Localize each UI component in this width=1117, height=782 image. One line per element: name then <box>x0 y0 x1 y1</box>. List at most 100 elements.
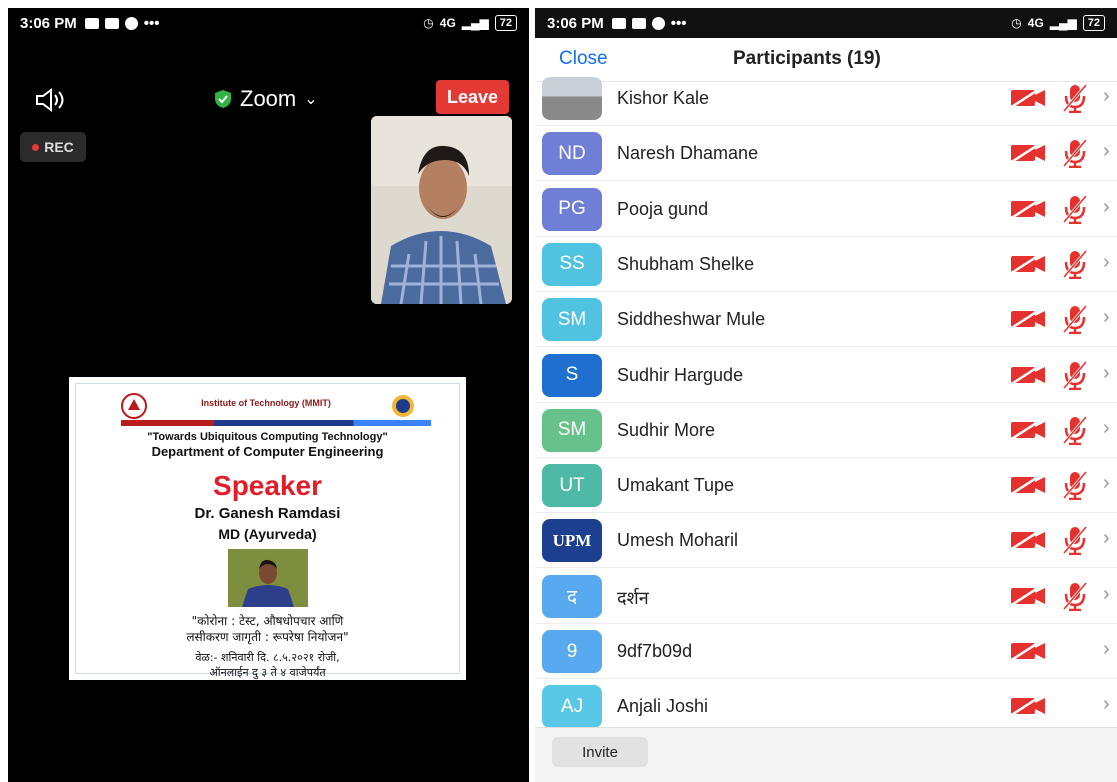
avatar: ND <box>542 132 602 176</box>
self-video-thumbnail[interactable] <box>371 116 512 304</box>
status-time: 3:06 PM <box>20 14 77 32</box>
poster-speaker-heading: Speaker <box>213 470 322 501</box>
chevron-right-icon: › <box>1103 693 1110 716</box>
participant-name: Siddheshwar Mule <box>617 309 766 330</box>
institute-header: Institute of Technology (MMIT) <box>116 390 431 430</box>
chevron-right-icon: › <box>1103 472 1110 495</box>
participant-video-image <box>371 116 512 304</box>
mic-muted-icon <box>1061 194 1089 224</box>
chevron-right-icon: › <box>1103 195 1110 218</box>
participant-row[interactable]: SM Siddheshwar Mule › <box>535 292 1117 348</box>
participant-name: Naresh Dhamane <box>617 143 759 164</box>
mic-muted-icon <box>1061 83 1089 114</box>
chevron-right-icon: › <box>1103 416 1110 439</box>
participant-row[interactable]: SS Shubham Shelke › <box>535 237 1117 292</box>
participant-name: Umakant Tupe <box>617 475 735 496</box>
mic-muted-icon <box>1061 581 1089 611</box>
alarm-icon: ◷ <box>1011 16 1022 30</box>
close-button[interactable]: Close <box>559 48 608 70</box>
participant-name: 9df7b09d <box>617 641 693 661</box>
chevron-right-icon: › <box>1103 361 1110 384</box>
video-off-icon <box>1009 252 1047 275</box>
video-notification-icon <box>84 17 99 29</box>
participant-row[interactable]: S Sudhir Hargude › <box>535 348 1117 403</box>
avatar: SS <box>542 242 602 286</box>
message-notification-icon <box>104 17 119 29</box>
status-bar: 3:06 PM ••• ◷ 4G ▂▄▆ 72 <box>8 8 529 38</box>
meeting-title: Zoom <box>240 86 297 111</box>
invite-button[interactable]: Invite <box>552 737 648 767</box>
participant-name: Kishor Kale <box>617 88 710 108</box>
meeting-title-dropdown[interactable]: Zoom ⌄ <box>214 86 318 112</box>
chevron-right-icon: › <box>1103 140 1110 163</box>
avatar: AJ <box>542 685 602 729</box>
avatar: द <box>542 574 602 618</box>
video-notification-icon <box>611 17 626 29</box>
participant-row[interactable]: SM Sudhir More › <box>535 403 1117 458</box>
mic-muted-icon <box>1061 304 1089 335</box>
poster-topic-line2: लसीकरण जागृती : रूपरेषा नियोजन" <box>186 630 349 644</box>
chevron-right-icon: › <box>1103 250 1110 273</box>
video-off-icon <box>1009 529 1047 552</box>
poster-department: Department of Computer Engineering <box>151 444 384 459</box>
chevron-right-icon: › <box>1103 638 1110 660</box>
avatar <box>542 77 602 120</box>
video-off-icon <box>1009 474 1047 497</box>
status-bar: 3:06 PM ••• ◷ 4G ▂▄▆ 72 <box>535 8 1117 38</box>
participant-name: Sudhir More <box>617 419 716 440</box>
network-type: 4G <box>1027 16 1044 30</box>
participant-name: Sudhir Hargude <box>617 364 744 385</box>
mic-muted-icon <box>1061 138 1089 169</box>
participant-name: Anjali Joshi <box>617 696 709 717</box>
participant-row[interactable]: 9 9df7b09d › <box>535 624 1117 679</box>
poster-speaker-name: Dr. Ganesh Ramdasi <box>194 505 341 522</box>
chevron-right-icon: › <box>1103 527 1110 550</box>
participant-name: Pooja gund <box>617 198 709 219</box>
chevron-right-icon: › <box>1103 306 1110 329</box>
chevron-right-icon: › <box>1103 582 1110 605</box>
speaker-photo <box>228 549 308 607</box>
call-notification-icon <box>651 16 665 30</box>
avatar: UPM <box>542 519 602 563</box>
avatar: S <box>542 353 602 397</box>
battery-icon: 72 <box>1082 15 1105 31</box>
participant-row[interactable]: Kishor Kale › <box>535 71 1117 126</box>
network-type: 4G <box>439 16 456 30</box>
participant-row[interactable]: UPM Umesh Moharil › <box>535 513 1117 569</box>
recording-label: REC <box>44 139 74 155</box>
mic-muted-icon <box>1061 415 1089 446</box>
video-off-icon <box>1009 86 1047 110</box>
participant-row[interactable]: PG Pooja gund › <box>535 182 1117 237</box>
more-notifications-icon: ••• <box>143 14 160 32</box>
participant-name: Shubham Shelke <box>617 253 755 274</box>
mic-muted-icon <box>1061 360 1089 390</box>
shield-check-icon <box>215 90 231 108</box>
participant-row[interactable]: द दर्शन › <box>535 569 1117 624</box>
message-notification-icon <box>631 17 646 29</box>
signal-icon: ▂▄▆ <box>461 16 489 30</box>
poster-time-line2: ऑनलाईन दु ३ ते ४ वाजेपर्यंत <box>209 666 326 679</box>
poster-topic-line1: "कोरोना : टेस्ट, औषधोपचार आणि <box>191 614 344 628</box>
mic-muted-icon <box>1061 525 1089 556</box>
participant-row[interactable]: UT Umakant Tupe › <box>535 458 1117 514</box>
participant-row[interactable]: ND Naresh Dhamane › <box>535 126 1117 182</box>
participants-title: Participants (19) <box>733 48 881 69</box>
poster-speaker-degree: MD (Ayurveda) <box>218 526 317 542</box>
institute-name: Institute of Technology (MMIT) <box>201 398 331 408</box>
institute-logo-icon <box>121 393 147 419</box>
video-off-icon <box>1009 363 1047 386</box>
battery-icon: 72 <box>494 15 517 31</box>
avatar: PG <box>542 187 602 231</box>
alarm-icon: ◷ <box>423 16 434 30</box>
avatar: UT <box>542 464 602 508</box>
avatar: 9 <box>542 630 602 673</box>
video-off-icon <box>1009 695 1047 718</box>
leave-button[interactable]: Leave <box>436 80 509 114</box>
shared-screen-poster: Institute of Technology (MMIT) "Towards … <box>69 377 466 680</box>
mic-muted-icon <box>1061 470 1089 501</box>
naac-badge-icon <box>392 395 414 417</box>
more-notifications-icon: ••• <box>670 14 687 32</box>
video-off-icon <box>1009 197 1047 220</box>
speaker-icon[interactable] <box>34 86 66 114</box>
video-off-icon <box>1009 418 1047 441</box>
